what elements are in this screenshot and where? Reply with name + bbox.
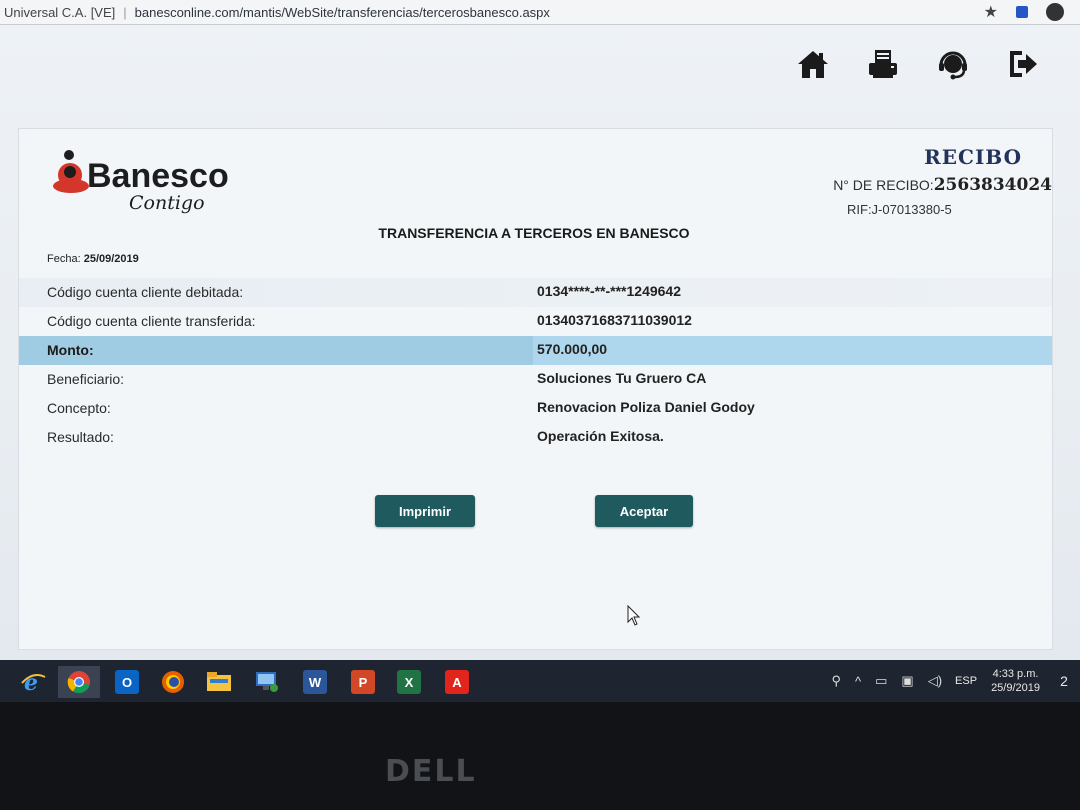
receipt-panel: Banesco Contigo RECIBO N° DE RECIBO:2563…: [18, 128, 1053, 650]
receipt-number-value: 2563834024: [933, 175, 1052, 195]
row-label: Código cuenta cliente transferida:: [47, 313, 256, 329]
acrobat-icon[interactable]: A: [436, 666, 478, 698]
row-value: Operación Exitosa.: [537, 428, 664, 444]
row-value: Renovacion Poliza Daniel Godoy: [537, 399, 755, 415]
top-toolbar: [796, 46, 1040, 82]
detail-row-amount: Monto: 570.000,00: [19, 336, 1052, 365]
clock-date: 25/9/2019: [991, 682, 1040, 694]
detail-row-result: Resultado: Operación Exitosa.: [19, 423, 1052, 452]
dell-logo: DELL: [385, 754, 477, 789]
file-explorer-icon[interactable]: [198, 666, 240, 698]
logout-icon[interactable]: [1006, 46, 1040, 82]
address-separator: |: [123, 4, 127, 20]
detail-row-credited-account: Código cuenta cliente transferida: 01340…: [19, 307, 1052, 336]
screen: Universal C.A. [VE] | banesconline.com/m…: [0, 0, 1080, 702]
print-button[interactable]: Imprimir: [375, 495, 475, 527]
laptop-bezel: DELL: [0, 702, 1080, 810]
row-value: 01340371683711039012: [537, 312, 692, 328]
chevron-up-icon[interactable]: ^: [855, 674, 861, 689]
browser-actions: ★: [984, 0, 1080, 24]
excel-icon[interactable]: X: [388, 666, 430, 698]
receipt-number: N° DE RECIBO:2563834024: [833, 175, 1052, 195]
network-icon[interactable]: ▣: [901, 673, 913, 689]
details-table: Código cuenta cliente debitada: 0134****…: [19, 278, 1052, 452]
row-label: Monto:: [47, 342, 94, 358]
svg-text:e: e: [24, 670, 38, 695]
brand-name: Banesco: [87, 157, 229, 195]
amount-highlight: [533, 336, 1052, 365]
windows-taskbar: e O W P X A ⚲ ^ ▭ ▣ ◁) ESP 4:33 p.m. 25/…: [0, 660, 1080, 702]
extension-shield-icon[interactable]: [1016, 6, 1028, 18]
row-value: 570.000,00: [537, 341, 608, 357]
clock-time: 4:33 p.m.: [992, 668, 1039, 680]
notification-center-icon[interactable]: 2: [1054, 673, 1074, 689]
date-value: 25/09/2019: [83, 253, 139, 265]
row-label: Concepto:: [47, 400, 111, 416]
home-icon[interactable]: [796, 46, 830, 82]
receipt-heading: RECIBO: [924, 145, 1022, 169]
clock[interactable]: 4:33 p.m. 25/9/2019: [991, 667, 1040, 695]
battery-icon[interactable]: ▭: [875, 673, 887, 689]
banesco-logo: Banesco Contigo: [53, 145, 243, 217]
detail-row-concept: Concepto: Renovacion Poliza Daniel Godoy: [19, 394, 1052, 423]
site-owner: Universal C.A. [VE]: [4, 4, 116, 20]
accept-button[interactable]: Aceptar: [595, 495, 693, 527]
support-icon[interactable]: [936, 46, 970, 82]
outlook-icon[interactable]: O: [106, 666, 148, 698]
profile-avatar[interactable]: [1046, 3, 1064, 21]
row-label: Código cuenta cliente debitada:: [47, 284, 244, 300]
row-label: Beneficiario:: [47, 371, 125, 387]
detail-row-beneficiary: Beneficiario: Soluciones Tu Gruero CA: [19, 365, 1052, 394]
date-label: Fecha:: [47, 253, 81, 265]
language-indicator[interactable]: ESP: [955, 675, 977, 687]
row-value: Soluciones Tu Gruero CA: [537, 370, 707, 386]
notification-count: 2: [1060, 673, 1068, 689]
remote-desktop-icon[interactable]: [246, 666, 288, 698]
firefox-icon[interactable]: [152, 666, 194, 698]
url-text[interactable]: banesconline.com/mantis/WebSite/transfer…: [135, 5, 550, 20]
brand-tagline: Contigo: [129, 192, 205, 214]
chrome-icon[interactable]: [58, 666, 100, 698]
people-icon[interactable]: ⚲: [831, 673, 841, 689]
mouse-cursor-icon: [627, 604, 641, 632]
row-label: Resultado:: [47, 429, 114, 445]
detail-row-debited-account: Código cuenta cliente debitada: 0134****…: [19, 278, 1052, 307]
powerpoint-icon[interactable]: P: [342, 666, 384, 698]
page-title: TRANSFERENCIA A TERCEROS EN BANESCO: [378, 225, 690, 241]
address-bar[interactable]: Universal C.A. [VE] | banesconline.com/m…: [0, 0, 1080, 25]
receipt-number-label: N° DE RECIBO:: [833, 177, 934, 193]
date-line: Fecha: 25/09/2019: [47, 253, 139, 265]
print-icon[interactable]: [866, 46, 900, 82]
rif-text: RIF:J-07013380-5: [847, 202, 952, 217]
ie-icon[interactable]: e: [12, 666, 54, 698]
volume-icon[interactable]: ◁): [928, 673, 942, 689]
row-value: 0134****-**-***1249642: [537, 283, 682, 299]
word-icon[interactable]: W: [294, 666, 336, 698]
system-tray: ⚲ ^ ▭ ▣ ◁) ESP 4:33 p.m. 25/9/2019 2: [824, 660, 1080, 702]
bookmark-star-icon[interactable]: ★: [984, 2, 998, 22]
